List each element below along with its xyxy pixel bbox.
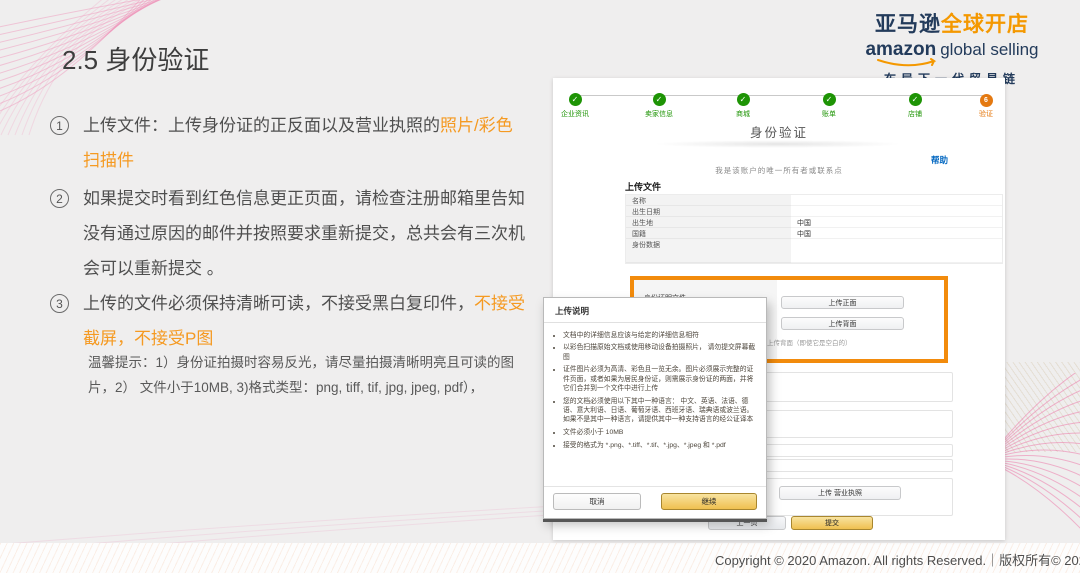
table-row: 出生日期 — [626, 206, 1002, 217]
verification-screenshot: ✓企业资讯 ✓卖家信息 ✓商城 ✓账单 ✓店铺 6验证 身份验证 帮助 我是该账… — [553, 78, 1005, 540]
dialog-bullet-list: 文档中的详细信息应该与给定的详细信息相符 以彩色扫描原始文档或使用移动设备拍摄照… — [544, 327, 766, 486]
form-box — [761, 410, 953, 438]
list-item-3: 3 上传的文件必须保持清晰可读，不接受黑白复印件，不接受截屏，不接受P图 — [50, 286, 525, 356]
list-item-1: 1 上传文件：上传身份证的正反面以及营业执照的照片/彩色扫描件 — [50, 108, 525, 178]
upload-business-license-button[interactable]: 上传 营业执照 — [779, 486, 901, 500]
dialog-bullet: 文档中的详细信息应该与给定的详细信息相符 — [563, 331, 756, 340]
dialog-title: 上传说明 — [544, 298, 766, 323]
screenshot-page-title: 身份验证 — [553, 122, 1005, 141]
step-business-info: ✓企业资讯 — [551, 89, 599, 119]
beige-hatch-decoration — [1002, 362, 1080, 452]
upload-instructions-dialog: 上传说明 文档中的详细信息应该与给定的详细信息相符 以彩色扫描原始文档或使用移动… — [543, 297, 767, 519]
step-billing: ✓账单 — [805, 89, 853, 119]
logo-english-line: amazonglobal selling — [862, 39, 1042, 61]
form-row — [761, 459, 953, 472]
dialog-bullet: 您的文档必须使用以下其中一种语言： 中文、英语、法语、德语、意大利语、日语、葡萄… — [563, 397, 756, 425]
check-icon: ✓ — [823, 93, 836, 106]
upload-back-note: 上传背面（即使它是空白的） — [767, 337, 852, 347]
check-icon: ✓ — [909, 93, 922, 106]
copyright-text: Copyright © 2020 Amazon. All rights Rese… — [715, 550, 1080, 569]
list-item-2: 2 如果提交时看到红色信息更正页面，请检查注册邮箱里告知没有通过原因的邮件并按照… — [50, 181, 525, 286]
upload-back-button[interactable]: 上传背面 — [781, 317, 904, 330]
list-item-3-text: 上传的文件必须保持清晰可读，不接受黑白复印件，不接受截屏，不接受P图 — [83, 286, 525, 356]
circled-number-3-icon: 3 — [50, 294, 69, 313]
amazon-global-selling-logo: 亚马逊全球开店 amazonglobal selling 布局下一代贸易链 — [862, 8, 1042, 87]
continue-button[interactable]: 继续 — [661, 493, 757, 510]
form-box — [761, 372, 953, 402]
list-item-2-text: 如果提交时看到红色信息更正页面，请检查注册邮箱里告知没有通过原因的邮件并按照要求… — [83, 181, 525, 286]
check-icon: ✓ — [653, 93, 666, 106]
global-selling-wordmark: global selling — [940, 40, 1038, 59]
step-seller-info: ✓卖家信息 — [635, 89, 683, 119]
tip-note: 温馨提示：1）身份证拍摄时容易反光，请尽量拍摄清晰明亮且可读的图片，2） 文件小… — [88, 350, 516, 400]
amazon-wordmark: amazon — [865, 39, 936, 60]
dialog-bullet: 证件图片必须为高清、彩色且一览无余。图片必须展示完整的证件页面，或者如果为居民身… — [563, 365, 756, 393]
step-store: ✓店铺 — [891, 89, 939, 119]
circled-number-1-icon: 1 — [50, 116, 69, 135]
check-icon: ✓ — [737, 93, 750, 106]
step-6-badge: 6 — [980, 94, 993, 107]
check-icon: ✓ — [569, 93, 582, 106]
step-marketplace: ✓商城 — [719, 89, 767, 119]
submit-button[interactable]: 提交 — [791, 516, 873, 530]
table-row: 出生地中国 — [626, 217, 1002, 228]
circled-number-2-icon: 2 — [50, 189, 69, 208]
table-row: 国籍中国 — [626, 228, 1002, 239]
table-row: 名称 — [626, 195, 1002, 206]
dialog-bullet: 以彩色扫描原始文档或使用移动设备拍摄照片， 请勿提交屏幕截图 — [563, 343, 756, 362]
dialog-footer: 取消 继续 — [544, 486, 766, 518]
upload-front-button[interactable]: 上传正面 — [781, 296, 904, 309]
owner-statement: 我是该账户的唯一所有者或联系点 — [553, 165, 1005, 176]
table-row: 身份数据 — [626, 239, 1002, 263]
form-row — [761, 444, 953, 457]
logo-cn-navy: 亚马逊 — [875, 13, 941, 36]
logo-chinese-line: 亚马逊全球开店 — [862, 8, 1042, 38]
identity-form-table: 名称 出生日期 出生地中国 国籍中国 身份数据 — [625, 194, 1003, 264]
divider — [653, 140, 903, 148]
list-item-1-text: 上传文件：上传身份证的正反面以及营业执照的照片/彩色扫描件 — [83, 108, 525, 178]
item-2-text: 如果提交时看到红色信息更正页面，请检查注册邮箱里告知没有通过原因的邮件并按照要求… — [83, 189, 525, 278]
item-3-text: 上传的文件必须保持清晰可读，不接受黑白复印件， — [83, 294, 474, 313]
cancel-button[interactable]: 取消 — [553, 493, 641, 510]
footer-bar: Copyright © 2020 Amazon. All rights Rese… — [0, 543, 1080, 573]
step-verify: 6验证 — [962, 89, 1010, 119]
amazon-smile-icon — [876, 58, 940, 68]
page-title: 2.5 身份验证 — [62, 40, 209, 77]
dialog-bullet: 文件必须小于 10MB — [563, 428, 756, 437]
upload-files-section-label: 上传文件 — [625, 180, 661, 193]
item-1-text: 上传文件：上传身份证的正反面以及营业执照的 — [83, 116, 440, 135]
logo-cn-orange: 全球开店 — [941, 13, 1029, 36]
dialog-bullet: 接受的格式为 *.png、*.tiff、*.tif、*.jpg、*.jpeg 和… — [563, 441, 756, 450]
